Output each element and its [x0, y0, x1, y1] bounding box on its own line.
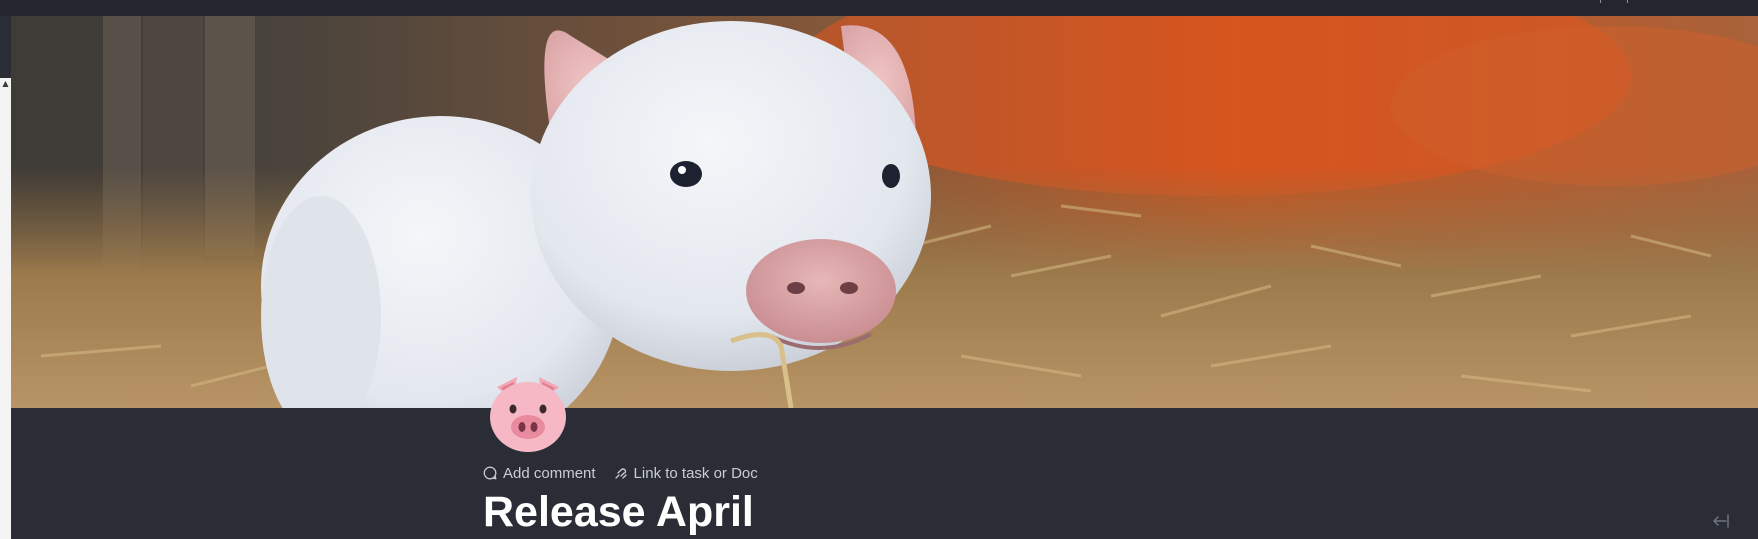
add-comment-label: Add comment [503, 464, 596, 482]
scrollbar[interactable] [0, 78, 11, 539]
scroll-up-arrow-icon[interactable]: ▲ [0, 78, 11, 90]
pig-face-icon [490, 377, 566, 452]
page-title[interactable]: Release April [483, 486, 754, 538]
link-task-label: Link to task or Doc [633, 464, 758, 482]
link-task-button[interactable]: Link to task or Doc [614, 465, 758, 482]
top-bar [0, 0, 1758, 16]
collapse-arrow-svg [1713, 514, 1729, 528]
top-bar-indicator [1600, 0, 1601, 3]
comment-icon [483, 466, 497, 480]
arrow-left-to-bar-icon[interactable] [1711, 513, 1731, 529]
cover-image[interactable] [11, 16, 1758, 408]
add-comment-button[interactable]: Add comment [483, 465, 596, 482]
link-icon [614, 468, 627, 479]
pig-photo-illustration [11, 16, 1758, 408]
page-actions: Add comment Link to task or Doc [483, 462, 758, 484]
top-bar-divider [1627, 0, 1628, 3]
page-emoji-icon[interactable] [483, 367, 573, 457]
